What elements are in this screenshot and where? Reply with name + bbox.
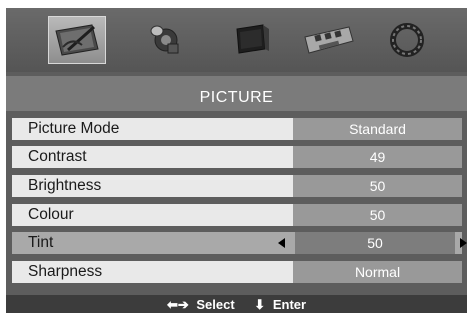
menu-item-value: Normal xyxy=(293,261,462,283)
menu-tab-bar xyxy=(6,8,467,72)
tab-features[interactable] xyxy=(300,16,358,64)
menu-item-label: Picture Mode xyxy=(28,120,120,137)
increase-arrow-icon[interactable] xyxy=(460,238,467,248)
tab-setup[interactable] xyxy=(378,16,436,64)
menu-item-picture-mode[interactable]: Picture Mode Standard xyxy=(12,118,462,140)
enter-hint-label: Enter xyxy=(272,297,307,312)
menu-item-colour[interactable]: Colour 50 xyxy=(12,204,462,226)
menu-item-brightness[interactable]: Brightness 50 xyxy=(12,175,462,197)
down-arrow-icon: ⬇ xyxy=(254,297,266,312)
picture-icon xyxy=(55,24,99,56)
features-icon xyxy=(304,26,354,54)
decrease-arrow-icon[interactable] xyxy=(278,238,285,248)
page-title: PICTURE xyxy=(6,76,467,111)
menu-item-contrast[interactable]: Contrast 49 xyxy=(12,146,462,168)
menu-item-label: Colour xyxy=(28,206,74,223)
menu-item-value: 50 xyxy=(293,175,462,197)
menu-item-sharpness[interactable]: Sharpness Normal xyxy=(12,261,462,283)
menu-item-value: 50 xyxy=(293,204,462,226)
menu-item-label: Tint xyxy=(28,234,54,251)
tab-picture[interactable] xyxy=(48,16,106,64)
sound-icon xyxy=(150,25,179,54)
menu-item-label: Sharpness xyxy=(28,263,103,280)
menu-item-value: 50 xyxy=(295,232,455,254)
menu-item-value: Standard xyxy=(293,118,462,140)
menu-item-tint[interactable]: Tint 50 xyxy=(12,232,467,254)
menu-item-value: 49 xyxy=(293,146,462,168)
menu-item-label: Brightness xyxy=(28,177,102,194)
menu-item-label: Contrast xyxy=(28,148,87,165)
navigation-hint-bar: ⬅➔ Select ⬇ Enter xyxy=(6,295,467,313)
setup-icon xyxy=(390,23,424,57)
channel-icon xyxy=(236,24,269,54)
select-hint-label: Select xyxy=(196,297,235,312)
left-right-arrows-icon: ⬅➔ xyxy=(166,297,189,312)
picture-menu-panel: PICTURE Picture Mode Standard Contrast 4… xyxy=(6,8,467,313)
tab-sound[interactable] xyxy=(137,16,195,64)
tab-channel[interactable] xyxy=(222,16,280,64)
